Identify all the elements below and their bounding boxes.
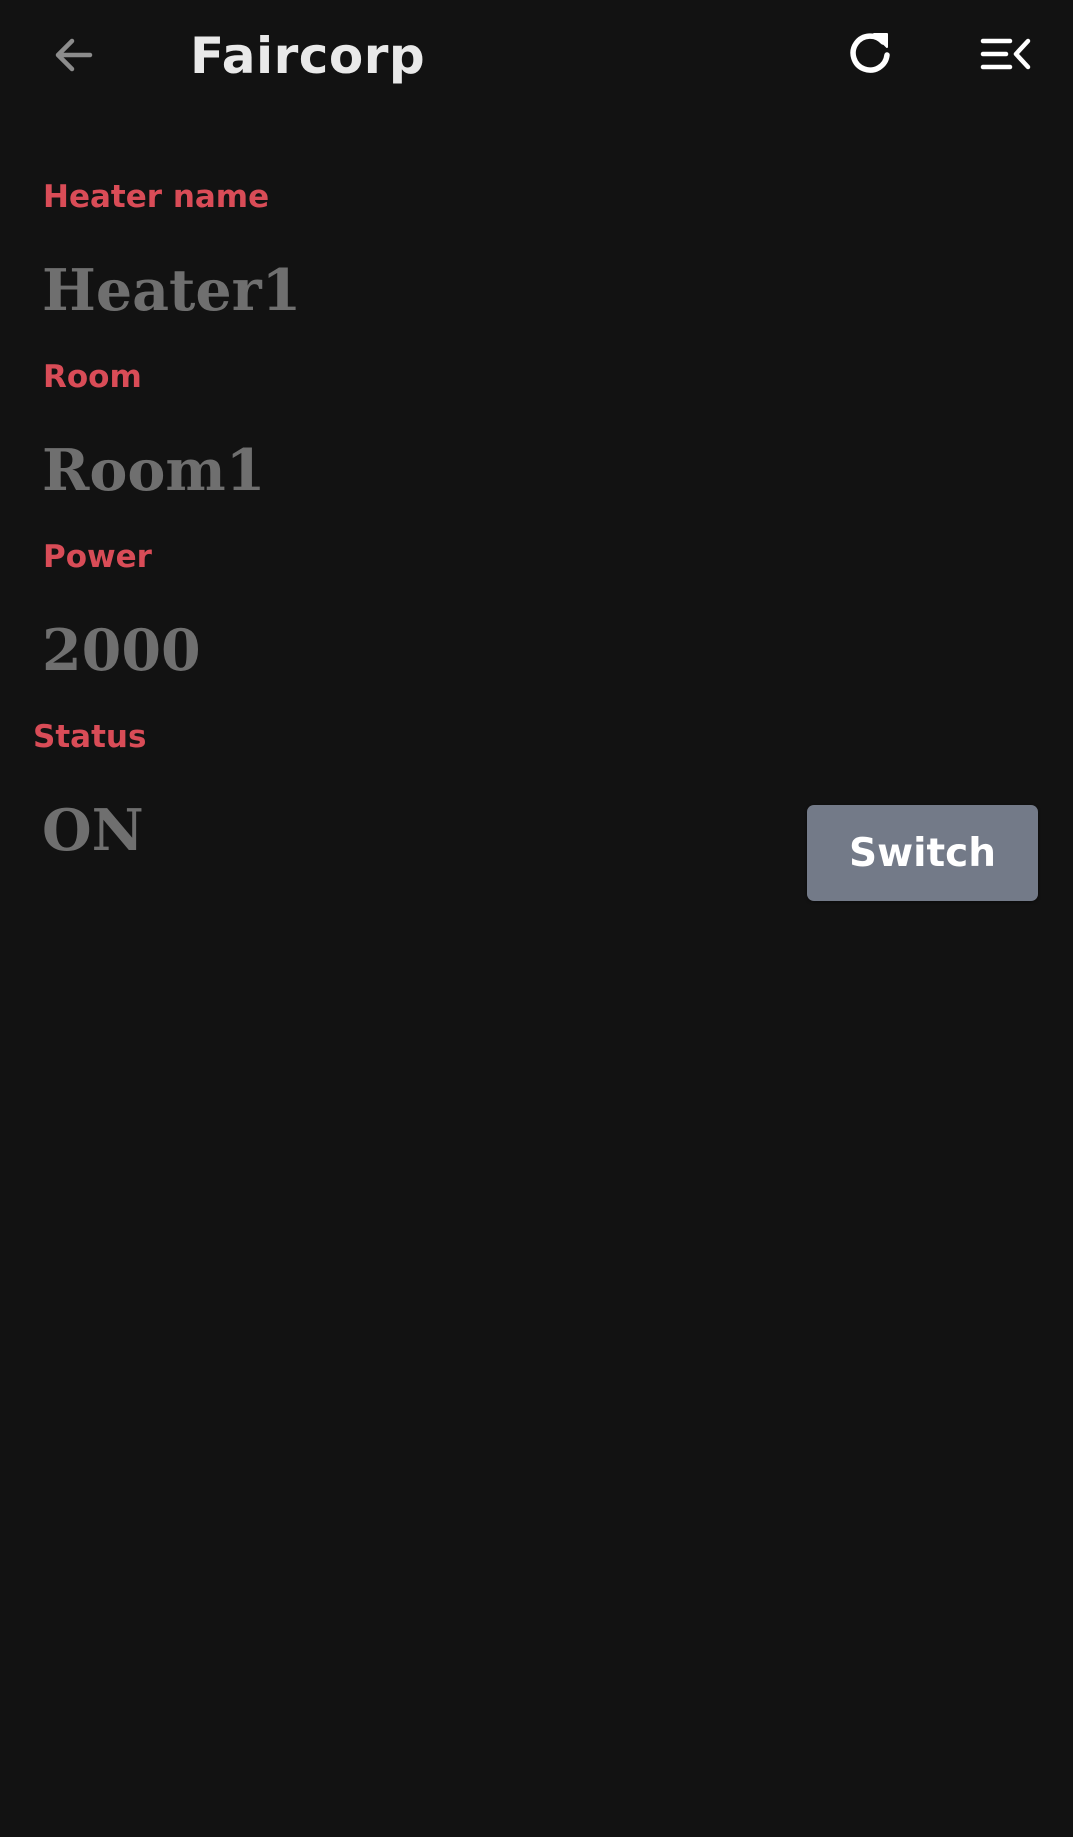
back-button[interactable]	[38, 19, 110, 91]
refresh-icon	[850, 33, 890, 73]
heater-name-label: Heater name	[43, 179, 270, 215]
room-label: Room	[43, 359, 142, 395]
heater-name-value: Heater1	[42, 257, 302, 324]
app-title: Faircorp	[190, 27, 426, 85]
power-value: 2000	[42, 617, 201, 684]
refresh-button[interactable]	[834, 17, 906, 89]
power-label: Power	[43, 539, 152, 575]
menu-button[interactable]	[970, 18, 1042, 90]
room-value: Room1	[42, 437, 266, 504]
arrow-back-icon	[55, 38, 93, 72]
menu-collapse-icon	[980, 38, 1031, 70]
switch-button[interactable]: Switch	[807, 805, 1038, 901]
status-label: Status	[33, 719, 147, 755]
app-bar: Faircorp	[0, 0, 1073, 112]
status-value: ON	[42, 797, 144, 864]
